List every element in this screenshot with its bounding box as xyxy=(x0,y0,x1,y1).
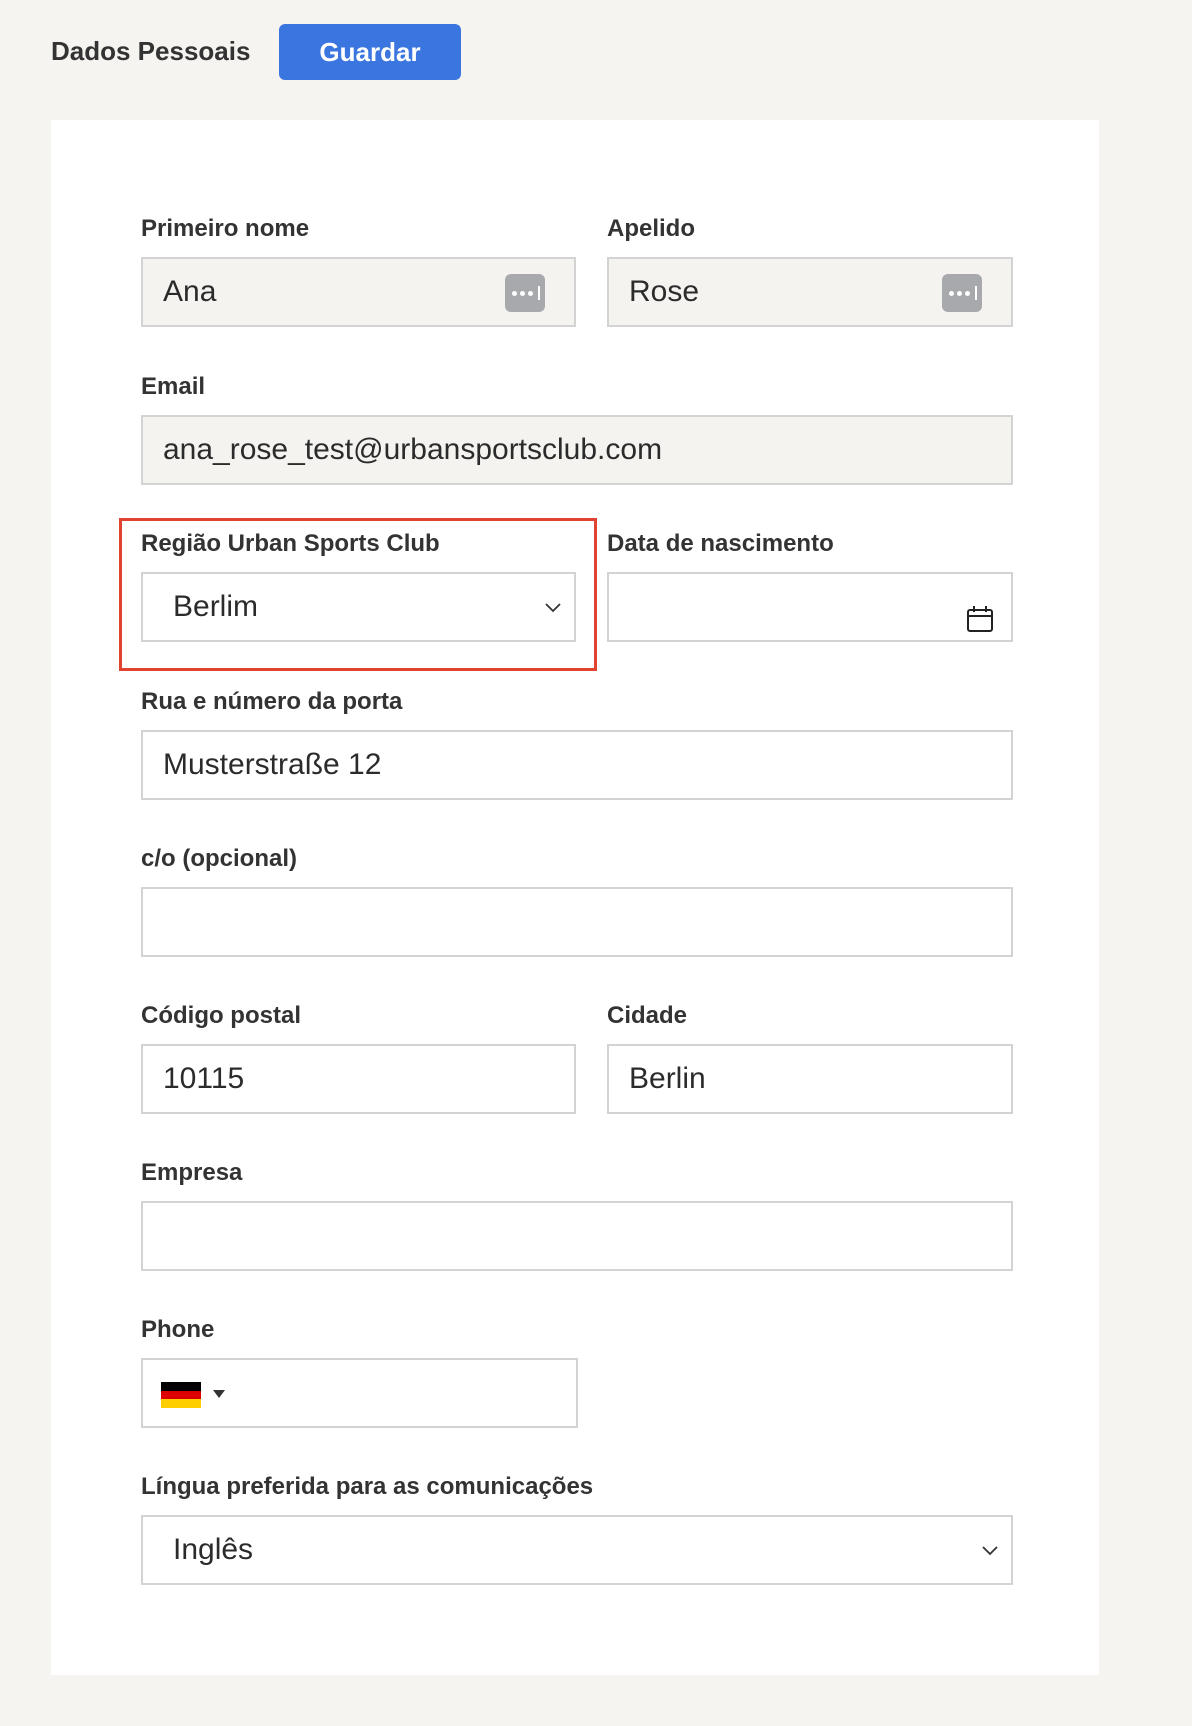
language-select[interactable]: Inglês xyxy=(141,1515,1013,1585)
last-name-label: Apelido xyxy=(607,215,695,242)
phone-input[interactable] xyxy=(141,1358,578,1428)
first-name-input[interactable]: Ana xyxy=(141,257,576,327)
company-input[interactable] xyxy=(141,1201,1013,1271)
caret-down-icon[interactable] xyxy=(213,1390,225,1398)
password-manager-icon[interactable] xyxy=(505,274,545,312)
postal-code-input[interactable]: 10115 xyxy=(141,1044,576,1114)
co-label: c/o (opcional) xyxy=(141,845,297,872)
postal-code-value: 10115 xyxy=(163,1062,245,1095)
city-value: Berlin xyxy=(629,1062,706,1095)
city-input[interactable]: Berlin xyxy=(607,1044,1013,1114)
language-label: Língua preferida para as comunicações xyxy=(141,1473,594,1500)
language-value: Inglês xyxy=(173,1533,254,1566)
company-label: Empresa xyxy=(141,1159,243,1186)
personal-data-card: Primeiro nome Ana Apelido Rose Email ana… xyxy=(51,120,1099,1675)
region-highlight-box xyxy=(119,518,597,671)
password-manager-icon[interactable] xyxy=(942,274,982,312)
street-value: Musterstraße 12 xyxy=(163,748,382,781)
email-value: ana_rose_test@urbansportsclub.com xyxy=(163,433,663,466)
calendar-icon[interactable] xyxy=(965,604,995,634)
first-name-label: Primeiro nome xyxy=(141,215,310,242)
birth-date-input[interactable] xyxy=(607,572,1013,642)
chevron-down-icon xyxy=(982,1546,998,1556)
birth-date-label: Data de nascimento xyxy=(607,530,834,557)
phone-label: Phone xyxy=(141,1316,215,1343)
co-input[interactable] xyxy=(141,887,1013,957)
street-input[interactable]: Musterstraße 12 xyxy=(141,730,1013,800)
save-button[interactable]: Guardar xyxy=(279,24,461,80)
postal-code-label: Código postal xyxy=(141,1002,301,1029)
email-input[interactable]: ana_rose_test@urbansportsclub.com xyxy=(141,415,1013,485)
last-name-input[interactable]: Rose xyxy=(607,257,1013,327)
email-label: Email xyxy=(141,373,206,400)
street-label: Rua e número da porta xyxy=(141,688,403,715)
city-label: Cidade xyxy=(607,1002,688,1029)
page-title: Dados Pessoais xyxy=(51,36,251,66)
germany-flag-icon[interactable] xyxy=(161,1382,201,1409)
